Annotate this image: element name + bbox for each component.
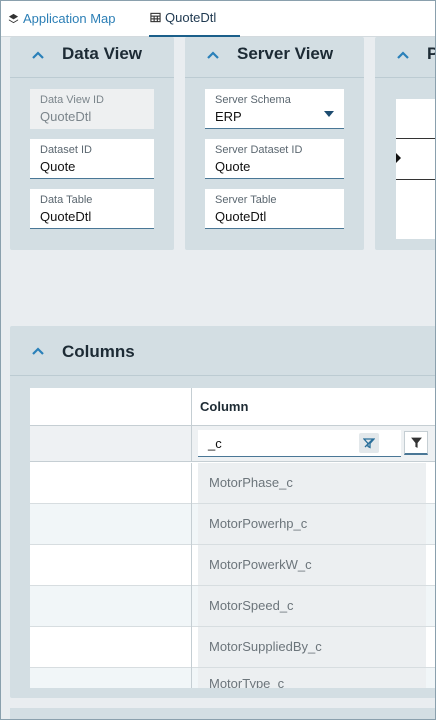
- row-cell: [30, 504, 192, 545]
- row-cell: [30, 463, 192, 504]
- table-row[interactable]: MotorPhase_c: [30, 463, 436, 504]
- field-value: ERP: [215, 109, 242, 124]
- columns-grid: Column _c MotorPhase_c MotorPowerhp_c Mo…: [30, 388, 436, 688]
- panel-header: Columns: [10, 326, 436, 376]
- table-row[interactable]: MotorPowerhp_c: [30, 504, 436, 545]
- panel-title: Server View: [237, 44, 334, 63]
- mini-grid: [396, 99, 436, 239]
- server-view-panel: Server View Server Schema ERP Server Dat…: [185, 37, 364, 250]
- column-cell[interactable]: MotorPowerhp_c: [198, 504, 426, 544]
- caret-down-icon[interactable]: [324, 111, 334, 117]
- panel-title: Data View: [62, 44, 143, 63]
- server-table-field[interactable]: Server Table QuoteDtl: [205, 189, 344, 229]
- field-label: Server Table: [215, 194, 277, 206]
- tab-label: Application Map: [23, 11, 116, 26]
- field-label: Dataset ID: [40, 144, 92, 156]
- column-cell[interactable]: MotorPowerkW_c: [198, 545, 426, 585]
- mini-grid-row[interactable]: [396, 138, 436, 180]
- field-value: Quote: [215, 159, 251, 174]
- next-panel-edge: [10, 708, 436, 720]
- third-panel: P: [375, 37, 436, 250]
- field-value: QuoteDtl: [40, 109, 92, 124]
- row-cell: [30, 586, 192, 627]
- filter-value: _c: [208, 436, 222, 451]
- data-view-panel: Data View Data View ID QuoteDtl Dataset …: [10, 37, 174, 250]
- column-cell[interactable]: MotorSpeed_c: [198, 586, 426, 626]
- layers-icon: [7, 13, 19, 25]
- panel-title: Columns: [62, 342, 135, 361]
- tab-bar: Application Map QuoteDtl: [0, 0, 436, 37]
- tab-quotedtl[interactable]: QuoteDtl: [149, 0, 240, 37]
- field-label: Data Table: [40, 194, 93, 206]
- column-cell[interactable]: MotorType_c: [198, 668, 426, 688]
- column-header[interactable]: Column: [200, 399, 248, 414]
- tab-application-map[interactable]: Application Map: [7, 0, 116, 37]
- column-cell[interactable]: MotorPhase_c: [198, 463, 426, 503]
- panel-header: Server View: [185, 37, 364, 78]
- table-icon: [149, 12, 161, 24]
- field-value: Quote: [40, 159, 76, 174]
- field-label: Data View ID: [40, 94, 104, 106]
- column-filter-input[interactable]: _c: [198, 430, 401, 457]
- data-table-field[interactable]: Data Table QuoteDtl: [30, 189, 154, 229]
- filter-icon[interactable]: [404, 431, 428, 455]
- field-label: Server Schema: [215, 94, 291, 106]
- data-view-id-field: Data View ID QuoteDtl: [30, 89, 154, 129]
- field-value: QuoteDtl: [40, 209, 92, 224]
- table-row[interactable]: MotorType_c: [30, 668, 436, 688]
- field-value: QuoteDtl: [215, 209, 267, 224]
- grid-header-row: Column: [30, 388, 436, 426]
- chevron-up-icon[interactable]: [30, 47, 46, 63]
- table-row[interactable]: MotorSuppliedBy_c: [30, 627, 436, 668]
- panel-header: P: [375, 37, 436, 78]
- column-cell[interactable]: MotorSuppliedBy_c: [198, 627, 426, 667]
- row-cell: [30, 545, 192, 586]
- table-row[interactable]: MotorSpeed_c: [30, 586, 436, 627]
- panel-header: Data View: [10, 37, 174, 78]
- grid-header-cell: [30, 388, 192, 426]
- row-cell: [30, 668, 192, 688]
- server-schema-select[interactable]: Server Schema ERP: [205, 89, 344, 129]
- grid-filter-row: _c: [30, 426, 436, 462]
- chevron-up-icon[interactable]: [395, 47, 411, 63]
- chevron-up-icon[interactable]: [30, 343, 46, 359]
- field-label: Server Dataset ID: [215, 144, 303, 156]
- row-cell: [30, 627, 192, 668]
- clear-filter-icon[interactable]: [359, 433, 379, 453]
- panel-title: P: [427, 44, 436, 63]
- tab-label: QuoteDtl: [165, 10, 217, 25]
- server-dataset-id-field[interactable]: Server Dataset ID Quote: [205, 139, 344, 179]
- row-pointer-icon: [396, 153, 401, 163]
- dataset-id-field[interactable]: Dataset ID Quote: [30, 139, 154, 179]
- chevron-up-icon[interactable]: [205, 47, 221, 63]
- table-row[interactable]: MotorPowerkW_c: [30, 545, 436, 586]
- filter-cell: [30, 426, 192, 462]
